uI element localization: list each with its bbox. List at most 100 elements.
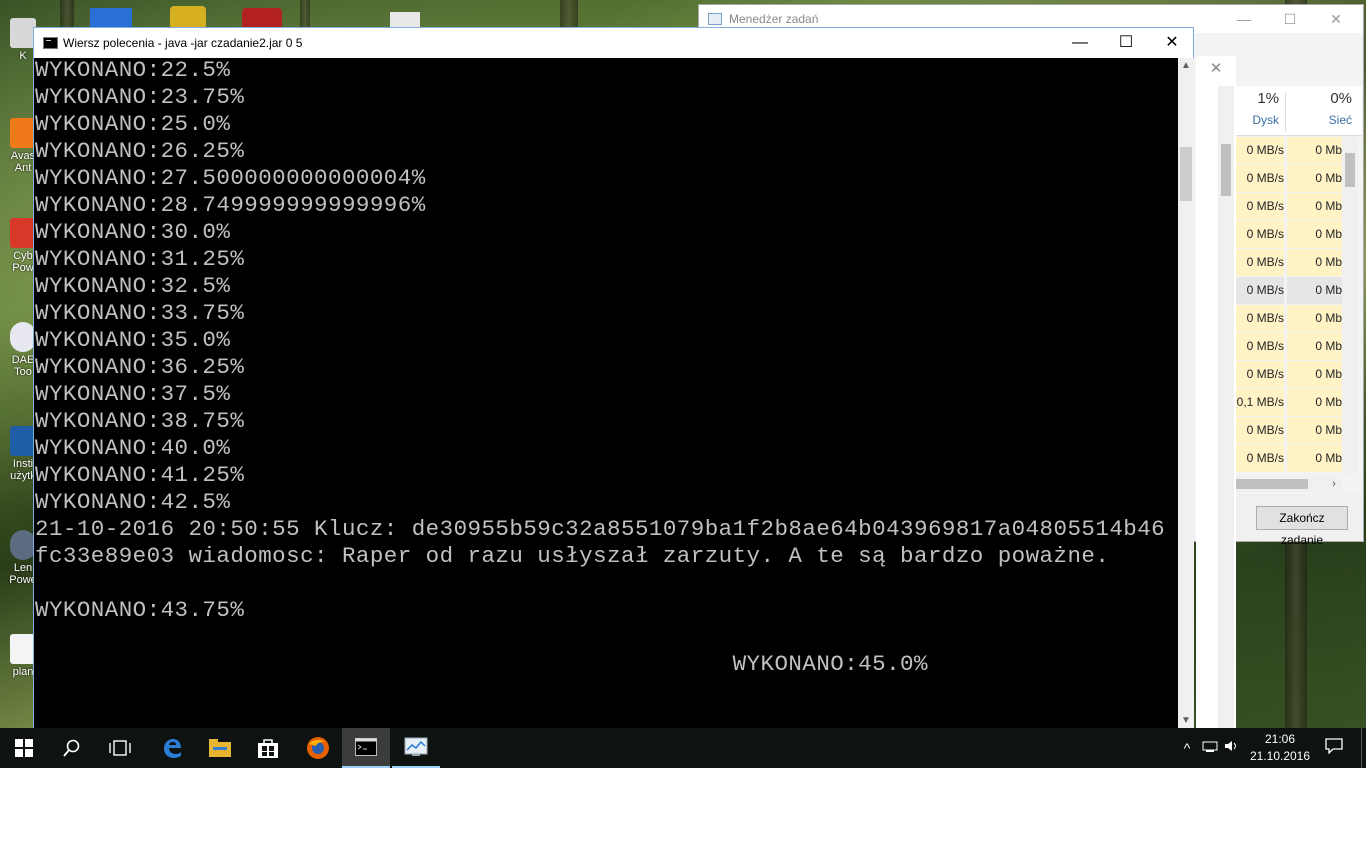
store-icon: [258, 739, 278, 758]
scroll-down-icon[interactable]: ▼: [1178, 713, 1194, 729]
cmd-icon: [43, 37, 58, 49]
start-button[interactable]: [0, 728, 48, 768]
disk-column-header[interactable]: Dysk: [1219, 113, 1279, 127]
file-explorer-button[interactable]: [196, 728, 244, 768]
clock-time: 21:06: [1264, 732, 1296, 746]
desktop-icon-label: DAE Too: [11, 354, 35, 378]
end-task-button[interactable]: Zakończ zadanie: [1256, 506, 1348, 547]
console-line: WYKONANO:42.5%: [35, 489, 231, 515]
console-output[interactable]: WYKONANO:22.5% WYKONANO:23.75% WYKONANO:25…: [34, 58, 1178, 729]
disk-value-cell: 0 MB/s: [1236, 221, 1284, 248]
desktop-icon-label: Insti użytk: [10, 458, 36, 482]
scroll-up-icon[interactable]: ▲: [1178, 58, 1194, 74]
minimize-button[interactable]: —: [1057, 28, 1103, 58]
scrollbar-thumb[interactable]: [1221, 144, 1231, 196]
disk-value-cell: 0 MB/s: [1236, 165, 1284, 192]
desktop-icon-label: Cyb Pow: [12, 250, 34, 274]
cmd-title: Wiersz polecenia - java -jar czadanie2.j…: [63, 36, 303, 50]
console-line: WYKONANO:37.5%: [35, 381, 231, 407]
console-line: WYKONANO:36.25%: [35, 354, 245, 380]
show-desktop-button[interactable]: [1361, 728, 1366, 768]
network-value-cell: 0 Mb: [1287, 361, 1342, 388]
console-line: WYKONANO:33.75%: [35, 300, 245, 326]
console-line: WYKONANO:40.0%: [35, 435, 231, 461]
search-button[interactable]: [48, 728, 96, 768]
task-manager-taskbar-button[interactable]: [392, 728, 440, 768]
console-line: fc33e89e03 wiadomosc: Raper od razu usły…: [35, 543, 1110, 569]
cmd-taskbar-button[interactable]: [342, 728, 390, 768]
console-line: WYKONANO:26.25%: [35, 138, 245, 164]
network-column-header[interactable]: Sieć: [1292, 113, 1352, 127]
desktop-icon-label: K: [19, 50, 27, 62]
network-value-cell: 0 Mb: [1287, 137, 1342, 164]
edge-button[interactable]: [148, 728, 196, 768]
task-view-icon: [109, 740, 131, 756]
network-value-cell: 0 Mb: [1287, 221, 1342, 248]
disk-percent: 1%: [1257, 90, 1279, 107]
disk-value-cell: 0 MB/s: [1236, 249, 1284, 276]
console-line: WYKONANO:38.75%: [35, 408, 245, 434]
disk-value-cell: 0 MB/s: [1236, 193, 1284, 220]
task-manager-icon: [708, 13, 722, 25]
scrollbar-thumb[interactable]: [1236, 479, 1308, 489]
cmd-window[interactable]: Wiersz polecenia - java -jar czadanie2.j…: [33, 27, 1194, 730]
start-icon: [15, 739, 33, 757]
network-value-cell: 0 Mb: [1287, 249, 1342, 276]
action-center-button[interactable]: [1324, 738, 1344, 758]
network-value-cell: 0 Mb: [1287, 417, 1342, 444]
console-line: WYKONANO:28.749999999999996%: [35, 192, 426, 218]
console-line: WYKONANO:45.0%: [35, 651, 928, 677]
clock-date: 21.10.2016: [1249, 749, 1311, 763]
disk-value-cell: 0 MB/s: [1236, 417, 1284, 444]
maximize-button[interactable]: ☐: [1103, 28, 1149, 58]
store-button[interactable]: [244, 728, 292, 768]
details-scrollbar[interactable]: [1218, 86, 1234, 728]
maximize-button[interactable]: ☐: [1267, 5, 1313, 33]
console-line: WYKONANO:25.0%: [35, 111, 231, 137]
volume-icon[interactable]: [1224, 738, 1240, 758]
close-button[interactable]: ✕: [1149, 28, 1195, 58]
scroll-right-icon[interactable]: ›: [1326, 476, 1342, 492]
blank-area: [0, 768, 1366, 845]
system-clock[interactable]: 21:06 21.10.2016: [1244, 731, 1316, 765]
edge-icon: [164, 739, 181, 758]
task-manager-title: Menedżer zadań: [729, 12, 819, 26]
network-value-cell: 0 Mb: [1287, 389, 1342, 416]
cmd-titlebar[interactable]: Wiersz polecenia - java -jar czadanie2.j…: [34, 28, 1193, 58]
taskbar: ^ 21:06 21.10.2016: [0, 728, 1366, 768]
minimize-button[interactable]: —: [1221, 5, 1267, 33]
network-icon[interactable]: [1202, 738, 1218, 758]
task-view-button[interactable]: [96, 728, 144, 768]
tm-vertical-scrollbar[interactable]: [1342, 137, 1358, 474]
console-line: WYKONANO:41.25%: [35, 462, 245, 488]
disk-value-cell: 0 MB/s: [1236, 137, 1284, 164]
disk-value-cell: 0 MB/s: [1236, 361, 1284, 388]
desktop: K Avas Ant Cyb Pow DAE Too Insti użytk L…: [0, 0, 1366, 768]
network-value-cell: 0 Mb: [1287, 277, 1342, 304]
task-manager-icon: [404, 737, 428, 756]
console-line: WYKONANO:32.5%: [35, 273, 231, 299]
network-value-cell: 0 Mb: [1287, 445, 1342, 472]
notification-icon: [1325, 738, 1343, 755]
console-line: 21-10-2016 20:50:55 Klucz: de30955b59c32…: [35, 516, 1166, 542]
scrollbar-thumb[interactable]: [1345, 153, 1355, 187]
console-line: WYKONANO:30.0%: [35, 219, 231, 245]
chevron-up-icon[interactable]: ^: [1179, 738, 1195, 758]
network-value-cell: 0 Mb: [1287, 193, 1342, 220]
disk-value-cell: 0,1 MB/s: [1236, 389, 1284, 416]
network-value-cell: 0 Mb: [1287, 305, 1342, 332]
column-divider: [1285, 92, 1286, 132]
console-line: WYKONANO:23.75%: [35, 84, 245, 110]
search-icon: [63, 739, 80, 757]
details-close-icon[interactable]: ✕: [1196, 56, 1236, 82]
cmd-scrollbar[interactable]: ▲ ▼: [1178, 58, 1194, 729]
desktop-icon-label: plan: [12, 666, 34, 678]
network-value-cell: 0 Mb: [1287, 165, 1342, 192]
firefox-button[interactable]: [294, 728, 342, 768]
close-button[interactable]: ✕: [1313, 5, 1359, 33]
disk-value-cell: 0 MB/s: [1236, 333, 1284, 360]
scrollbar-thumb[interactable]: [1180, 147, 1192, 201]
desktop-icon-label: Avas Ant: [10, 150, 36, 174]
console-line: WYKONANO:43.75%: [35, 597, 245, 623]
console-line: WYKONANO:35.0%: [35, 327, 231, 353]
